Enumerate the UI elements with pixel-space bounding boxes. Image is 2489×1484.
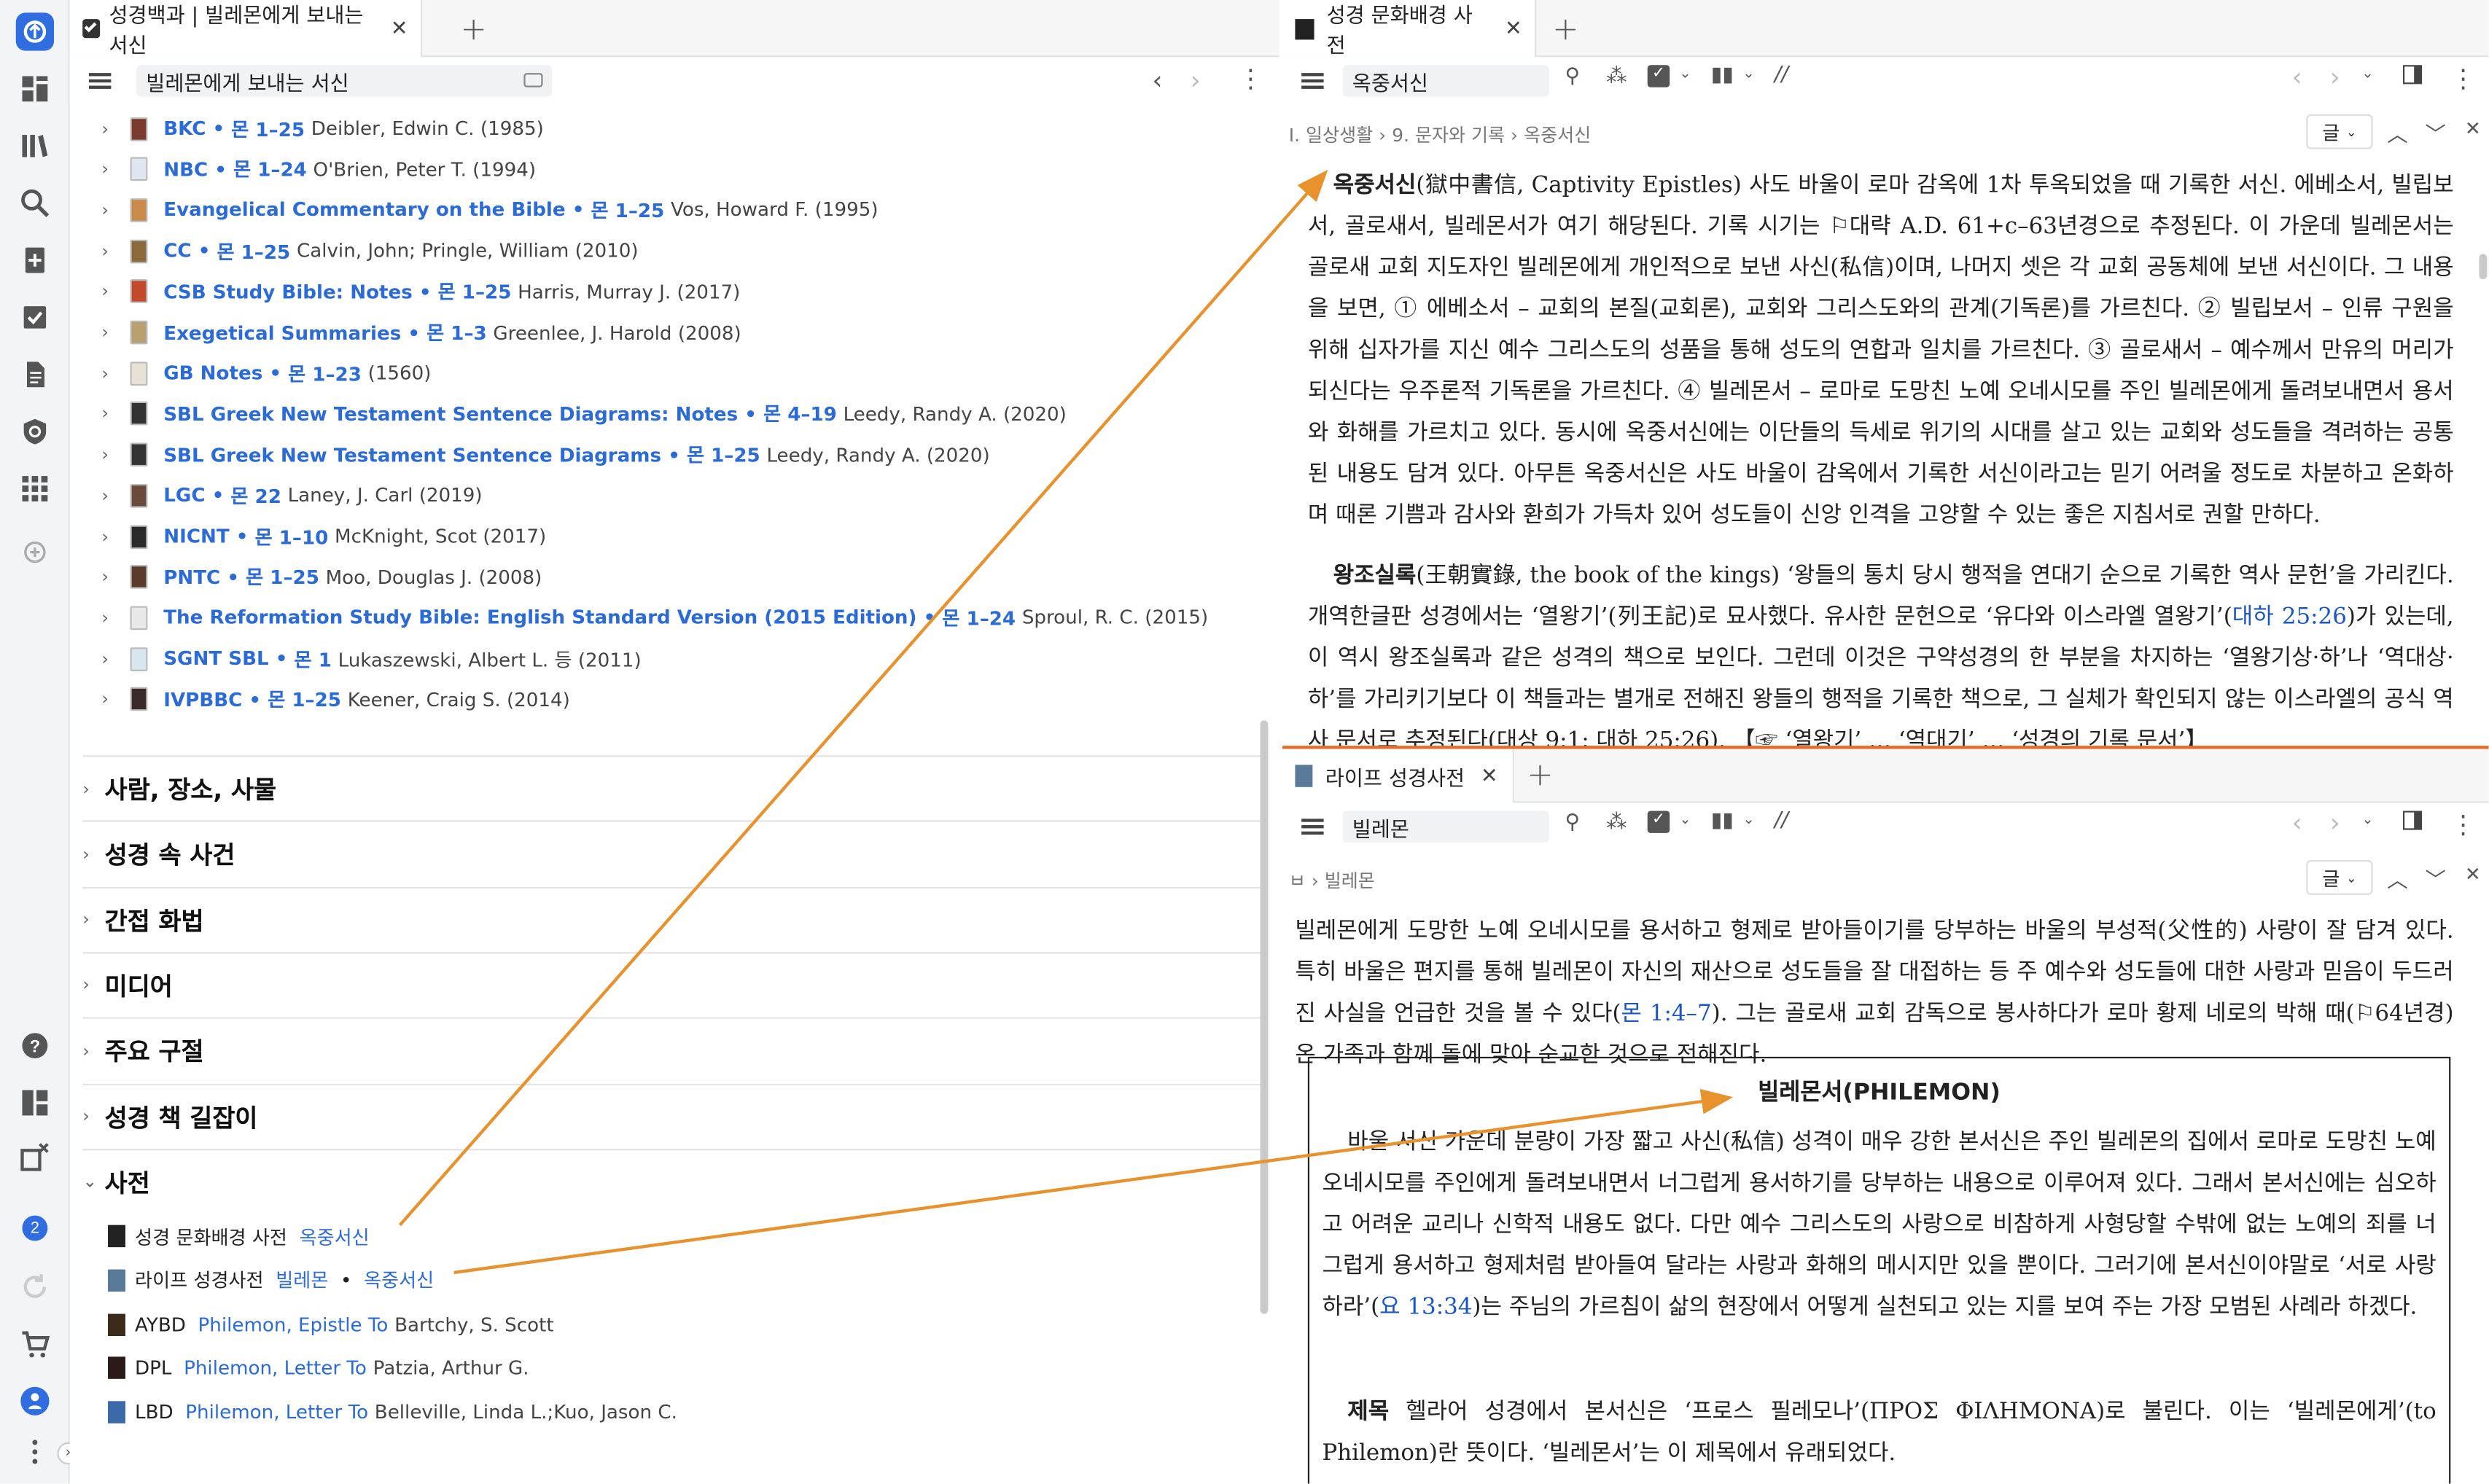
annotation-arrows [398,169,1734,1275]
annotation-arrow [453,1088,1734,1275]
annotation-arrow [398,169,1328,1227]
